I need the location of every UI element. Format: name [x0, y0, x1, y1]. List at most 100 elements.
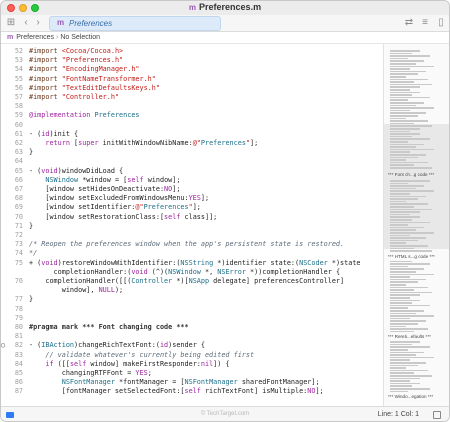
code-editor[interactable]: 52 #import <Cocoa/Cocoa.h> 53 #import "Pref… — [1, 44, 383, 406]
code-marker-icon[interactable]: ○ — [1, 341, 11, 350]
code-line[interactable]: 67 [window setHidesOnDeactivate:NO]; — [1, 185, 383, 194]
code-line[interactable]: 81 — [1, 332, 383, 341]
minimap-line — [390, 60, 424, 62]
lines-icon[interactable]: ≡ — [419, 17, 431, 29]
minimap-line — [390, 89, 410, 91]
hide-panel-icon[interactable] — [433, 411, 441, 419]
objc-file-icon: m — [188, 3, 197, 12]
code-line[interactable]: 71} — [1, 222, 383, 231]
code-line[interactable]: 75 + (void)restoreWindowWithIdentifier:(N… — [1, 259, 383, 268]
line-number: 68 — [14, 194, 23, 203]
code-line[interactable]: 64 — [1, 157, 383, 166]
code-line[interactable]: 56 #import "TextEditDefaultsKeys.h" — [1, 84, 383, 93]
minimap-line — [390, 382, 420, 385]
minimap-line — [390, 377, 420, 380]
minimap-line — [390, 343, 412, 346]
code-line[interactable]: 66 NSWindow *window = [self window]; — [1, 176, 383, 185]
minimap-line — [390, 315, 434, 317]
code-line[interactable]: 53 #import "Preferences.h" — [1, 56, 383, 65]
minimap-line — [390, 81, 414, 83]
breadcrumb-selection[interactable]: No Selection — [60, 34, 100, 41]
code-text: #pragma mark *** Font changing code *** — [29, 323, 189, 331]
minimap-section-label[interactable]: *** Font ch...g code *** — [388, 172, 434, 177]
code-line[interactable]: 72 — [1, 231, 383, 240]
code-line[interactable]: 55 #import "FontNameTransformer.h" — [1, 75, 383, 84]
line-number: 61 — [14, 129, 23, 138]
minimap-line — [390, 151, 410, 153]
code-line[interactable]: 74 */ — [1, 249, 383, 258]
code-text: } — [29, 148, 34, 157]
tab-label: Preferences — [69, 19, 113, 28]
minimap-line — [390, 281, 418, 283]
minimap-line — [390, 193, 410, 195]
minimap-line — [390, 83, 432, 86]
line-number: 56 — [14, 83, 23, 92]
inspector-icon[interactable]: ▯ — [435, 17, 447, 29]
code-line[interactable]: 77} — [1, 295, 383, 304]
swap-icon[interactable]: ⇄ — [403, 17, 415, 29]
minimap[interactable]: *** Font ch...g code *** *** HTML s...g c… — [383, 44, 449, 406]
minimap-line — [390, 351, 424, 354]
code-line[interactable]: 69 [window setIdentifier:@"Preferences"]… — [1, 203, 383, 212]
code-line[interactable]: 54 #import "EncodingManager.h" — [1, 65, 383, 74]
code-line[interactable]: 62 return [super initWithWindowNibName:@… — [1, 139, 383, 148]
line-number: 52 — [14, 47, 23, 55]
minimap-line — [390, 268, 424, 270]
code-text: changingRTFFont = YES; — [29, 369, 152, 377]
breadcrumb-separator: › — [55, 34, 59, 41]
grid-icon[interactable]: ⊞ — [5, 17, 17, 29]
minimap-line — [390, 323, 418, 325]
code-line[interactable]: 87 [fontManager setSelectedFont:[self ri… — [1, 387, 383, 396]
cursor-position: Line: 1 Col: 1 — [377, 411, 419, 418]
code-line[interactable]: 83 // validate whatever's currently bein… — [1, 351, 383, 360]
code-line[interactable]: 85 changingRTFFont = YES; — [1, 369, 383, 378]
minimap-line — [390, 55, 430, 57]
line-number: 54 — [14, 65, 23, 74]
chevron-left-icon[interactable]: ‹ — [20, 17, 32, 29]
minimap-section-label[interactable]: *** HTML s...g code *** — [388, 254, 435, 259]
tab-preferences[interactable]: m Preferences — [49, 16, 221, 31]
code-line[interactable]: 79 — [1, 314, 383, 323]
minimap-line — [390, 299, 420, 302]
code-line[interactable]: 61 - (id)init { — [1, 130, 383, 139]
line-number: 81 — [14, 332, 23, 341]
code-line[interactable]: 84 if ([[self window] makeFirstResponder… — [1, 360, 383, 369]
code-line[interactable]: 58 — [1, 102, 383, 111]
minimap-line — [390, 52, 412, 55]
code-line[interactable]: window], NULL); — [1, 286, 383, 295]
code-line[interactable]: completionHandler:(void (^)(NSWindow *, … — [1, 268, 383, 277]
minimap-section-label[interactable]: *** Rereti...efaults *** — [388, 334, 431, 339]
code-line[interactable]: 70 [window setRestorationClass:[self cla… — [1, 213, 383, 222]
code-text: - (void)windowDidLoad { — [29, 166, 124, 175]
breadcrumb-file[interactable]: Preferences — [16, 34, 54, 41]
minimap-line — [390, 109, 410, 112]
code-line[interactable]: 68 [window setExcludedFromWindowsMenu:YE… — [1, 194, 383, 203]
code-line[interactable]: 59 @implementation Preferences — [1, 111, 383, 120]
minimap-line — [390, 198, 418, 200]
code-line[interactable]: 78 — [1, 305, 383, 314]
window-title-text: Preferences.m — [199, 2, 262, 12]
minimap-line — [390, 260, 412, 263]
code-line[interactable]: 63} — [1, 148, 383, 157]
minimap-line — [390, 187, 416, 190]
minimap-line — [390, 68, 410, 70]
minimap-line — [390, 78, 428, 81]
code-line[interactable]: 86 NSFontManager *fontManager = [NSFontM… — [1, 378, 383, 387]
minimap-line — [390, 312, 416, 315]
minimap-line — [390, 96, 430, 99]
chevron-right-icon[interactable]: › — [32, 17, 44, 29]
code-line[interactable]: 80 #pragma mark *** Font changing code **… — [1, 323, 383, 332]
code-text: [window setIdentifier:@"Preferences"]; — [29, 203, 201, 212]
code-line[interactable]: 73 /* Reopen the preferences window when … — [1, 240, 383, 249]
line-number: 74 — [14, 249, 23, 258]
code-line[interactable]: 57 #import "Controller.h" — [1, 93, 383, 102]
code-line[interactable]: 76 completionHandler([[(Controller *)[NS… — [1, 277, 383, 286]
minimap-line — [390, 156, 418, 159]
code-line[interactable]: 60 — [1, 121, 383, 130]
minimap-line — [390, 141, 408, 143]
minimap-section-label[interactable]: *** Windo...egation *** — [388, 394, 433, 399]
line-number: 69 — [14, 203, 23, 212]
code-line[interactable]: 52 #import <Cocoa/Cocoa.h> — [1, 47, 383, 56]
code-line[interactable]: 65 - (void)windowDidLoad { — [1, 167, 383, 176]
code-line[interactable]: 82 ○ - (IBAction)changeRichTextFont:(id)se… — [1, 341, 383, 350]
